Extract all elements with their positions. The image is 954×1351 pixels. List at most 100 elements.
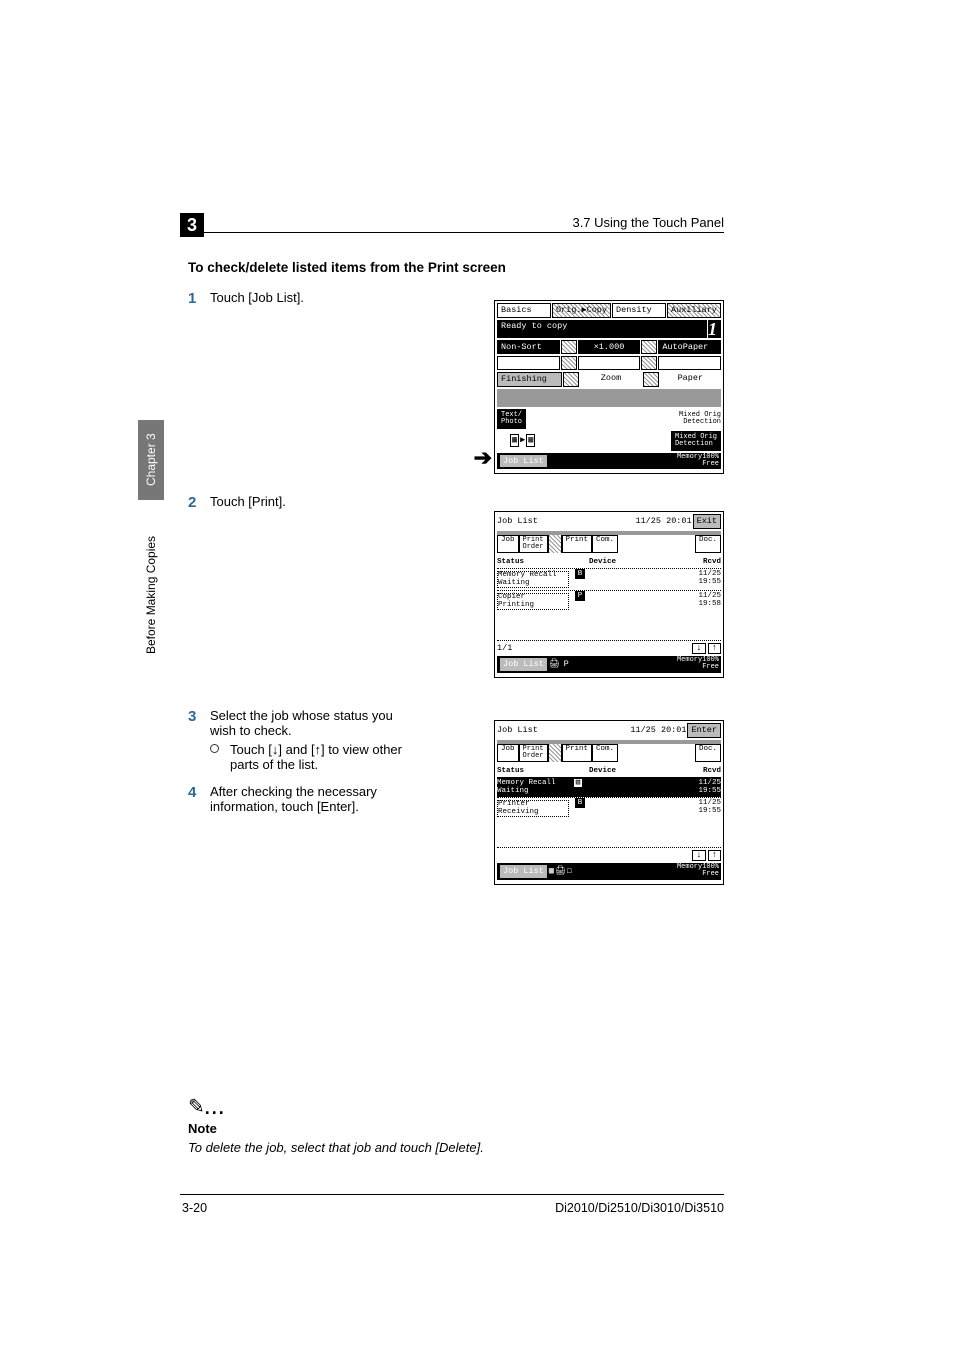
note-icon: ✎... bbox=[188, 1094, 724, 1119]
orientation-icon-2[interactable]: ▦ bbox=[526, 434, 535, 447]
step-4-number: 4 bbox=[188, 784, 210, 814]
col-rcvd: Rcvd bbox=[683, 559, 721, 567]
row-device bbox=[589, 780, 681, 795]
col-rcvd-3: Rcvd bbox=[683, 768, 721, 776]
footer-page-number: 3-20 bbox=[182, 1201, 207, 1215]
table-row[interactable]: Memory Recall Waiting B 11/25 19:55 bbox=[497, 568, 721, 590]
step-3-text: Select the job whose status you wish to … bbox=[210, 708, 420, 738]
row-status: Copier Printing bbox=[497, 593, 569, 610]
joblist-title-3: Job List bbox=[497, 726, 629, 735]
status-bar: Ready to copy bbox=[497, 320, 707, 338]
finishing-button[interactable]: Finishing bbox=[497, 372, 562, 387]
row-icon: B bbox=[575, 569, 586, 579]
row-status: Memory Recall Waiting bbox=[497, 780, 567, 795]
sep-2 bbox=[641, 340, 657, 355]
header-section-ref: 3.7 Using the Touch Panel bbox=[572, 215, 724, 230]
page-down-button[interactable]: ↓ bbox=[692, 643, 705, 654]
row-rcvd: 11/25 19:55 bbox=[683, 571, 721, 588]
note-text: To delete the job, select that job and t… bbox=[188, 1140, 724, 1155]
text-photo-button[interactable]: Text/ Photo bbox=[497, 409, 526, 429]
tab-print-order-3[interactable]: Print Order bbox=[519, 744, 548, 762]
mixed-orig-detection-button[interactable]: Mixed Orig Detection bbox=[671, 431, 721, 451]
tab-com[interactable]: Com. bbox=[592, 535, 618, 553]
footer-icon-3b: 🖨 bbox=[555, 867, 566, 876]
blank-1 bbox=[497, 356, 560, 370]
col-status: Status bbox=[497, 559, 567, 567]
sep-5 bbox=[563, 372, 579, 387]
side-tab-chapter: Chapter 3 bbox=[138, 420, 164, 500]
sep-1 bbox=[561, 340, 577, 355]
zoom-label: Zoom bbox=[580, 372, 641, 387]
autopaper-button[interactable]: AutoPaper bbox=[658, 340, 721, 355]
screenshot-joblist-enter: Job List 11/25 20:01 Enter Job Print Ord… bbox=[494, 720, 724, 885]
tab-doc[interactable]: Doc. bbox=[695, 535, 721, 553]
chapter-number-box: 3 bbox=[180, 213, 204, 237]
table-row[interactable]: Copier Printing P 11/25 19:58 bbox=[497, 590, 721, 612]
tab-basics[interactable]: Basics bbox=[497, 303, 551, 318]
step-2-number: 2 bbox=[188, 494, 210, 704]
page-up-button-3[interactable]: ↑ bbox=[708, 850, 721, 861]
exit-button[interactable]: Exit bbox=[693, 514, 721, 529]
tab-auxiliary[interactable]: Auxiliary bbox=[667, 303, 721, 318]
col-status-3: Status bbox=[497, 768, 567, 776]
joblist-time-3: 11/25 20:01 bbox=[630, 726, 686, 735]
row-status: Memory Recall Waiting bbox=[497, 571, 569, 588]
tab-job[interactable]: Job bbox=[497, 535, 519, 553]
step-4-text: After checking the necessary information… bbox=[210, 784, 420, 814]
table-row[interactable]: Memory Recall Waiting ▧ 11/25 19:55 bbox=[497, 777, 721, 797]
row-icon: ▧ bbox=[573, 778, 584, 788]
side-tab-title: Before Making Copies bbox=[138, 500, 164, 690]
footer-p-icon: P bbox=[561, 659, 572, 670]
joblist-title: Job List bbox=[497, 517, 634, 526]
tab-sep bbox=[548, 744, 562, 762]
tab-job-3[interactable]: Job bbox=[497, 744, 519, 762]
row-rcvd: 11/25 19:58 bbox=[683, 593, 721, 610]
note-label: Note bbox=[188, 1121, 724, 1136]
arrow-right-icon: ▶ bbox=[520, 436, 525, 445]
mixed-orig-label: Mixed Orig Detection bbox=[679, 412, 721, 426]
callout-arrow-1: ➔ bbox=[474, 445, 492, 471]
tab-doc-3[interactable]: Doc. bbox=[695, 744, 721, 762]
row-status: Printer Receiving bbox=[497, 800, 569, 817]
table-row[interactable]: Printer Receiving B 11/25 19:55 bbox=[497, 797, 721, 819]
col-device-3: Device bbox=[589, 768, 681, 776]
col-device: Device bbox=[589, 559, 681, 567]
row-rcvd: 11/25 19:55 bbox=[683, 800, 721, 817]
tab-density[interactable]: Density bbox=[612, 303, 666, 318]
page-up-button[interactable]: ↑ bbox=[708, 643, 721, 654]
paper-label: Paper bbox=[660, 372, 721, 387]
job-list-footer-button-3[interactable]: Job List bbox=[499, 864, 548, 879]
memory-free-sublabel: Free bbox=[677, 461, 719, 468]
zoom-ratio-button[interactable]: ×1.000 bbox=[578, 340, 641, 355]
gray-bar bbox=[497, 389, 721, 407]
page-down-button-3[interactable]: ↓ bbox=[692, 850, 705, 861]
tab-com-3[interactable]: Com. bbox=[592, 744, 618, 762]
job-list-button[interactable]: Job List bbox=[499, 454, 548, 469]
row-icon: P bbox=[575, 591, 586, 601]
non-sort-button[interactable]: Non-Sort bbox=[497, 340, 560, 355]
row-device bbox=[591, 593, 681, 610]
step-1-number: 1 bbox=[188, 290, 210, 490]
row-device bbox=[591, 571, 681, 588]
blank-2 bbox=[578, 356, 641, 370]
footer-rule bbox=[180, 1194, 724, 1195]
side-tab: Chapter 3 Before Making Copies bbox=[138, 420, 164, 700]
joblist-time: 11/25 20:01 bbox=[635, 517, 691, 526]
tab-print-3[interactable]: Print bbox=[562, 744, 593, 762]
header-rule bbox=[180, 232, 724, 233]
tab-print-order[interactable]: Print Order bbox=[519, 535, 548, 553]
row-rcvd: 11/25 19:55 bbox=[683, 780, 721, 795]
enter-button[interactable]: Enter bbox=[687, 723, 721, 738]
bullet-icon bbox=[210, 742, 230, 772]
section-title: To check/delete listed items from the Pr… bbox=[188, 260, 506, 275]
orientation-icon-1[interactable]: ▦ bbox=[510, 434, 519, 447]
row-icon: B bbox=[575, 798, 586, 808]
memory-free-sublabel-3: Free bbox=[677, 871, 719, 878]
tab-print[interactable]: Print bbox=[562, 535, 593, 553]
blank-3 bbox=[658, 356, 721, 370]
tab-orig-copy[interactable]: Orig.▶Copy bbox=[552, 303, 611, 318]
footer-icon-3a: ▦ bbox=[549, 867, 554, 876]
job-list-footer-button[interactable]: Job List bbox=[499, 657, 548, 672]
footer-icon: 🖨 bbox=[549, 660, 560, 669]
tab-sep bbox=[548, 535, 562, 553]
